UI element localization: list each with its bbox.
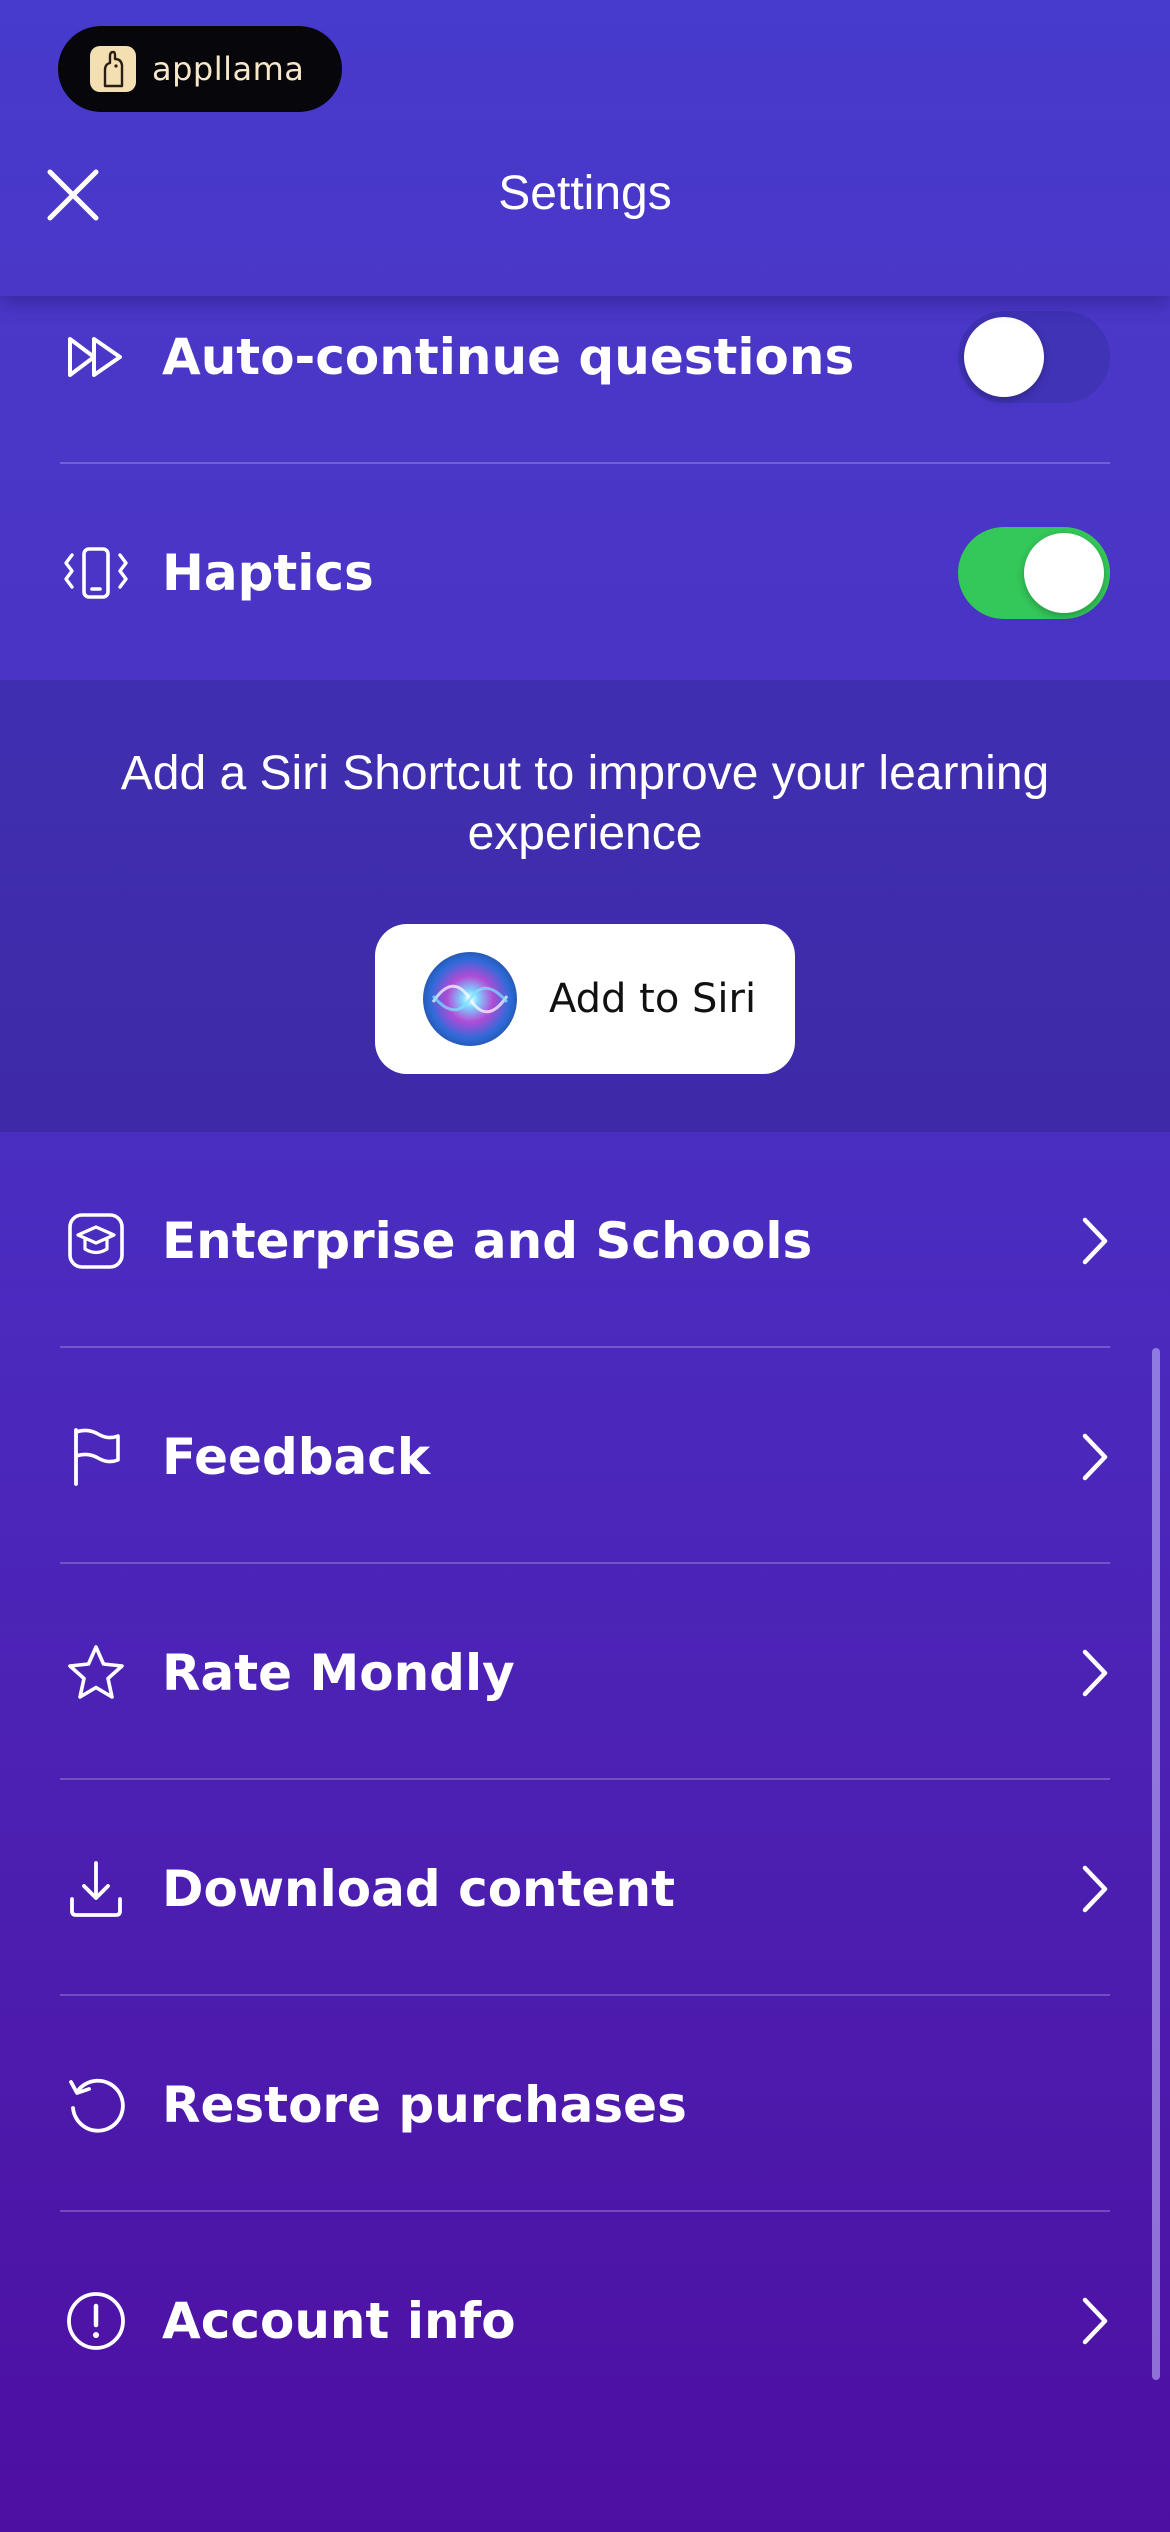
- menu-item-label: Restore purchases: [162, 2076, 687, 2134]
- siri-icon: [423, 952, 517, 1046]
- siri-shortcut-section: Add a Siri Shortcut to improve your lear…: [0, 680, 1170, 1132]
- vibration-phone-icon: [60, 537, 132, 609]
- menu-item-feedback[interactable]: Feedback: [60, 1350, 1110, 1564]
- chevron-right-icon: [1060, 2291, 1110, 2351]
- divider: [60, 1562, 1110, 1564]
- restore-icon: [60, 2069, 132, 2141]
- divider: [60, 1778, 1110, 1780]
- graduation-cap-icon: [60, 1205, 132, 1277]
- menu-item-account[interactable]: Account info: [60, 2214, 1110, 2428]
- star-icon: [60, 1637, 132, 1709]
- divider: [60, 462, 1110, 464]
- toggle-knob: [964, 317, 1044, 397]
- scrollbar[interactable]: [1152, 1348, 1160, 2380]
- divider: [60, 2210, 1110, 2212]
- info-exclamation-icon: [60, 2285, 132, 2357]
- auto-continue-toggle[interactable]: [958, 311, 1110, 403]
- add-to-siri-button[interactable]: Add to Siri: [375, 924, 795, 1074]
- menu-item-label: Account info: [162, 2292, 516, 2350]
- chevron-right-icon: [1060, 1211, 1110, 1271]
- chevron-right-icon: [1060, 1643, 1110, 1703]
- header: appllama Settings: [0, 0, 1170, 296]
- add-to-siri-label: Add to Siri: [549, 976, 757, 1022]
- divider: [60, 1994, 1110, 1996]
- siri-description: Add a Siri Shortcut to improve your lear…: [120, 747, 1050, 860]
- haptics-toggle[interactable]: [958, 527, 1110, 619]
- chevron-right-icon: [1060, 1859, 1110, 1919]
- setting-row-haptics: Haptics: [60, 466, 1110, 680]
- toggle-knob: [1024, 533, 1104, 613]
- brand-name: appllama: [152, 50, 305, 88]
- chevron-right-icon: [1060, 1427, 1110, 1487]
- flag-icon: [60, 1421, 132, 1493]
- divider: [60, 1346, 1110, 1348]
- setting-label: Haptics: [162, 544, 374, 602]
- menu-item-enterprise[interactable]: Enterprise and Schools: [60, 1134, 1110, 1348]
- fast-forward-icon: [60, 321, 132, 393]
- menu-item-label: Enterprise and Schools: [162, 1212, 813, 1270]
- menu-item-download[interactable]: Download content: [60, 1782, 1110, 1996]
- menu-item-label: Download content: [162, 1860, 675, 1918]
- menu-item-label: Rate Mondly: [162, 1644, 515, 1702]
- menu-item-label: Feedback: [162, 1428, 431, 1486]
- brand-badge: appllama: [58, 26, 342, 112]
- page-title: Settings: [498, 167, 672, 220]
- download-icon: [60, 1853, 132, 1925]
- menu-item-restore[interactable]: Restore purchases: [60, 1998, 1110, 2212]
- setting-label: Auto-continue questions: [162, 328, 855, 386]
- llama-logo-icon: [90, 46, 136, 92]
- menu-item-rate[interactable]: Rate Mondly: [60, 1566, 1110, 1780]
